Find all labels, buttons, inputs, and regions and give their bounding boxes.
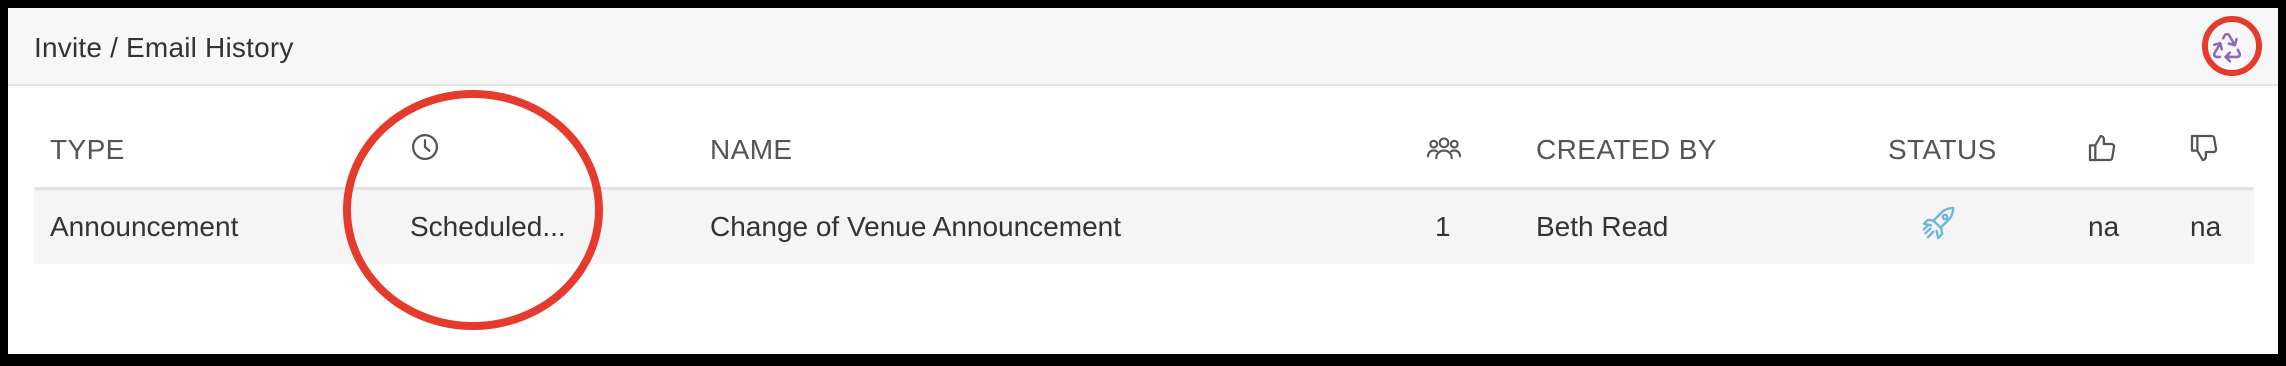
column-header-type[interactable]: TYPE (50, 134, 125, 166)
recycle-refresh-icon (2212, 32, 2242, 63)
rocket-icon (1922, 206, 1955, 240)
column-header-created-by[interactable]: CREATED BY (1536, 134, 1717, 166)
people-icon (1426, 137, 1462, 160)
cell-type: Announcement (50, 211, 239, 242)
cell-likes: na (2088, 211, 2120, 242)
cell-recipients: 1 (1435, 211, 1451, 242)
invite-email-history-panel: Invite / Email History TYPE NAME CREATED… (8, 8, 2278, 354)
column-header-scheduled[interactable] (410, 132, 440, 167)
cell-scheduled: Scheduled... (410, 211, 566, 242)
refresh-button[interactable] (2202, 22, 2252, 72)
column-header-status[interactable]: STATUS (1888, 134, 1997, 166)
cell-created-by: Beth Read (1536, 211, 1669, 242)
column-header-name[interactable]: NAME (710, 134, 793, 166)
thumbs-up-icon (2088, 134, 2116, 162)
page-title: Invite / Email History (34, 32, 294, 63)
cell-status[interactable] (1920, 204, 1958, 249)
cell-dislikes: na (2190, 211, 2222, 242)
column-header-recipients[interactable] (1426, 132, 1462, 169)
column-header-likes[interactable] (2086, 132, 2118, 169)
panel-header: Invite / Email History (8, 8, 2278, 86)
column-header-dislikes[interactable] (2188, 132, 2220, 169)
cell-name[interactable]: Change of Venue Announcement (710, 211, 1121, 243)
thumbs-down-icon (2190, 134, 2218, 162)
clock-icon (412, 134, 438, 160)
